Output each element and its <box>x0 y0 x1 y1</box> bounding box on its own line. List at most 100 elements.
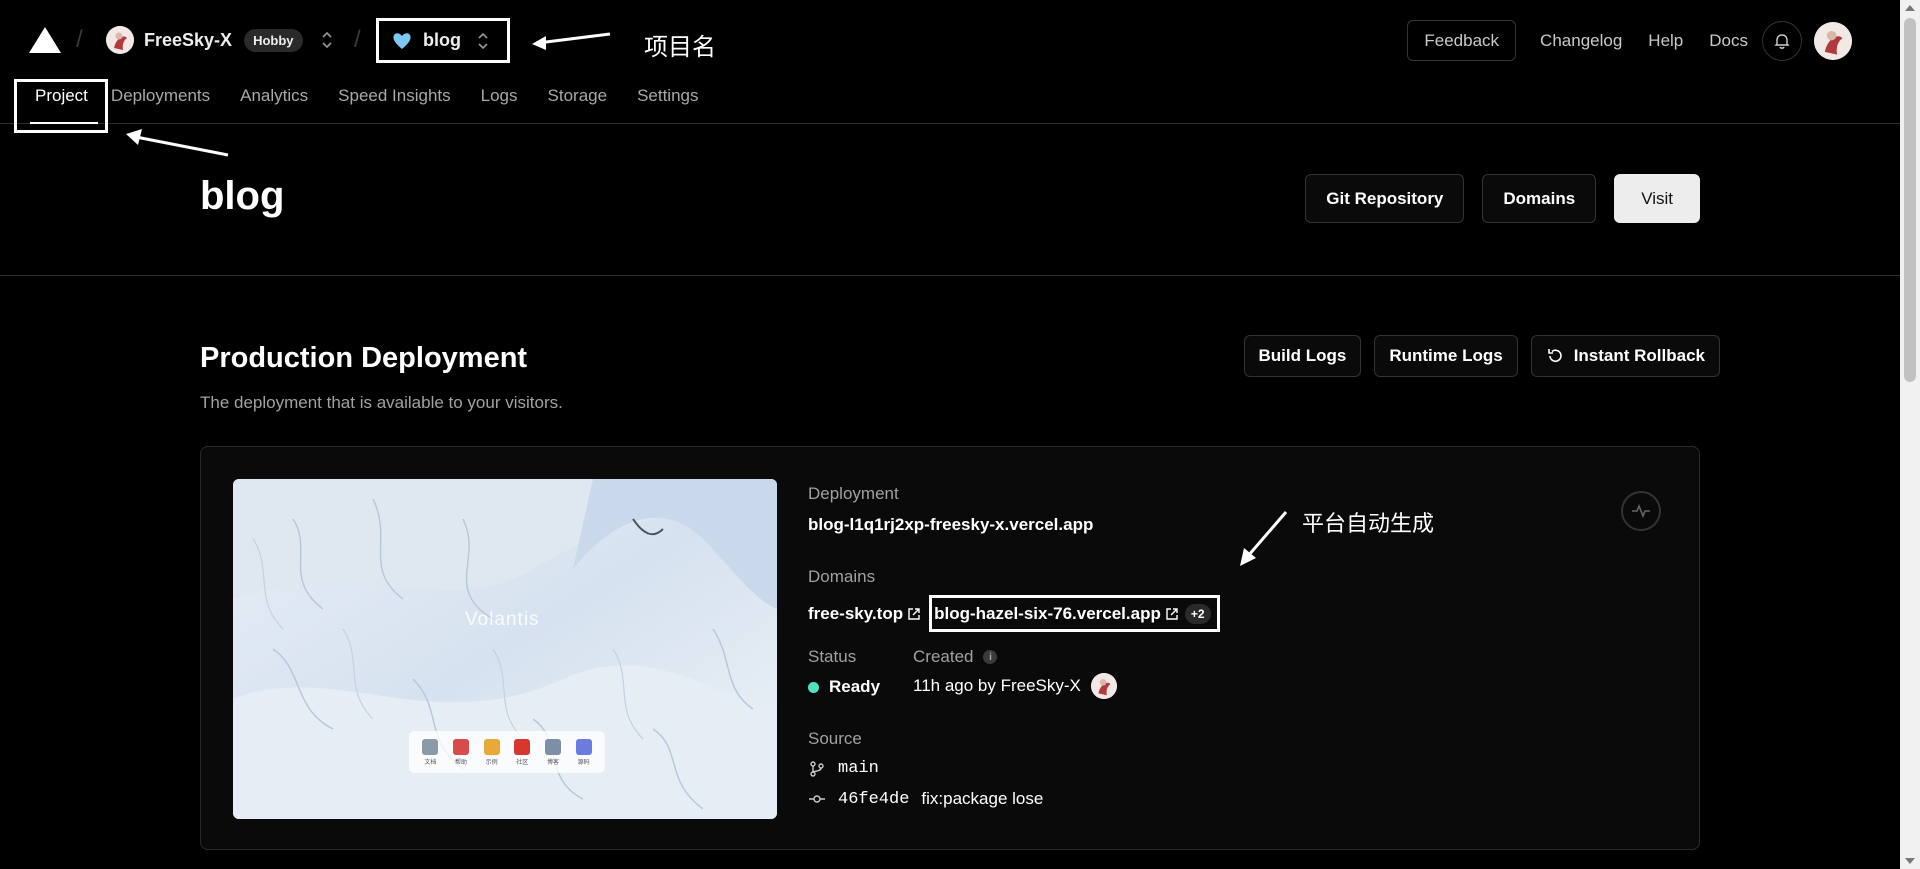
status-label: Status <box>808 647 857 666</box>
info-icon[interactable]: i <box>983 650 998 664</box>
dock-label: 社区 <box>516 758 529 766</box>
domain-primary-text: free-sky.top <box>808 603 904 623</box>
project-header: blog Git Repository Domains Visit <box>0 124 1900 276</box>
tab-storage[interactable]: Storage <box>533 80 623 120</box>
preview-dock: 文档 帮助 示例 社区 博客 源码 <box>409 731 605 773</box>
created-text: 11h ago by FreeSky-X <box>913 676 1081 695</box>
deployment-preview[interactable]: Volantis 文档 帮助 示例 社区 博客 源码 <box>233 479 777 819</box>
scroll-thumb[interactable] <box>1904 18 1916 382</box>
runtime-logs-button[interactable]: Runtime Logs <box>1374 335 1518 377</box>
plan-badge: Hobby <box>244 28 303 52</box>
bell-icon <box>1774 33 1790 49</box>
instant-rollback-button[interactable]: Instant Rollback <box>1530 335 1720 377</box>
community-icon <box>514 738 531 755</box>
chevron-updown-icon[interactable] <box>475 30 491 52</box>
created-label: Created <box>913 647 974 666</box>
page-title: blog <box>200 174 285 218</box>
tab-settings[interactable]: Settings <box>622 80 713 120</box>
project-heart-icon <box>393 32 411 49</box>
blog-icon <box>544 738 561 755</box>
dock-label: 示例 <box>485 758 498 766</box>
branch-name: main <box>838 759 879 778</box>
help-link[interactable]: Help <box>1648 31 1683 51</box>
medal-icon <box>483 738 500 755</box>
rollback-icon <box>1547 349 1562 362</box>
external-link-icon <box>908 607 920 620</box>
doc-icon <box>422 738 439 755</box>
commit-hash: 46fe4de <box>838 789 910 809</box>
project-switcher[interactable]: blog <box>376 18 510 63</box>
deployment-actions: Build Logs Runtime Logs Instant Rollback <box>1243 335 1720 377</box>
creator-avatar <box>1090 673 1117 699</box>
annotation-project-name: 项目名 <box>644 33 716 61</box>
section-subtitle: The deployment that is available to your… <box>200 393 563 412</box>
external-link-icon <box>1166 607 1178 620</box>
dock-item: 博客 <box>544 738 561 766</box>
tab-logs[interactable]: Logs <box>466 80 533 120</box>
top-bar: / FreeSky-X Hobby / blog 项目名 Feedback Ch… <box>0 0 1900 133</box>
dock-label: 帮助 <box>454 758 467 766</box>
domains-row: free-sky.top blog-hazel-six-76.vercel.ap… <box>808 595 1220 632</box>
project-actions: Git Repository Domains Visit <box>1305 174 1700 223</box>
team-name: FreeSky-X <box>144 29 233 50</box>
domain-link-primary[interactable]: free-sky.top <box>808 604 921 624</box>
instant-rollback-label: Instant Rollback <box>1573 346 1705 365</box>
git-commit-icon <box>809 795 825 803</box>
dock-label: 博客 <box>546 758 559 766</box>
domain-link-auto[interactable]: blog-hazel-six-76.vercel.app <box>934 604 1179 624</box>
annotation-arrow-icon <box>1240 511 1288 566</box>
created-label-group: Created i <box>913 647 998 667</box>
dock-item: 示例 <box>483 738 500 766</box>
domains-label: Domains <box>808 567 876 586</box>
feedback-button[interactable]: Feedback <box>1407 20 1517 61</box>
changelog-link[interactable]: Changelog <box>1540 31 1622 51</box>
scroll-up-icon[interactable] <box>1905 5 1915 11</box>
status-value: Ready <box>808 677 880 697</box>
user-avatar[interactable] <box>1814 21 1852 60</box>
dock-item: 社区 <box>514 738 531 766</box>
build-logs-button[interactable]: Build Logs <box>1243 335 1362 377</box>
activity-pulse-icon <box>1632 503 1650 519</box>
git-branch-icon <box>810 760 824 777</box>
activity-button[interactable] <box>1621 491 1661 531</box>
tab-deployments[interactable]: Deployments <box>103 80 225 120</box>
notifications-button[interactable] <box>1762 20 1802 61</box>
section-title: Production Deployment <box>200 342 528 374</box>
chevron-updown-icon[interactable] <box>319 29 335 51</box>
visit-button[interactable]: Visit <box>1614 174 1700 223</box>
annotation-box-auto-domain: blog-hazel-six-76.vercel.app +2 <box>929 595 1220 632</box>
source-icon <box>575 738 592 755</box>
breadcrumb-separator: / <box>76 26 83 53</box>
created-value: 11h ago by FreeSky-X <box>913 673 1117 699</box>
help-icon <box>452 738 469 755</box>
annotation-auto-generated: 平台自动生成 <box>1302 512 1435 537</box>
vercel-logo-icon[interactable] <box>28 26 62 54</box>
scroll-down-icon[interactable] <box>1905 858 1915 864</box>
status-text: Ready <box>829 677 881 696</box>
branch-row[interactable]: main <box>808 759 879 778</box>
deployment-label: Deployment <box>808 484 899 503</box>
dock-label: 文档 <box>424 758 437 766</box>
status-dot-icon <box>808 681 819 693</box>
more-domains-badge[interactable]: +2 <box>1184 603 1211 624</box>
dock-item: 文档 <box>422 738 439 766</box>
page-scrollbar[interactable] <box>1900 0 1920 869</box>
deployment-url[interactable]: blog-l1q1rj2xp-freesky-x.vercel.app <box>808 515 1093 535</box>
git-repository-button[interactable]: Git Repository <box>1305 174 1465 223</box>
dock-label: 源码 <box>577 758 590 766</box>
team-switcher[interactable]: FreeSky-X Hobby <box>106 25 335 55</box>
tab-analytics[interactable]: Analytics <box>225 80 323 120</box>
top-right-actions: Feedback Changelog Help Docs <box>1407 20 1852 61</box>
domains-button[interactable]: Domains <box>1482 174 1597 223</box>
domain-auto-text: blog-hazel-six-76.vercel.app <box>934 603 1161 623</box>
project-switch-name: blog <box>423 30 461 50</box>
docs-link[interactable]: Docs <box>1709 31 1748 51</box>
commit-row[interactable]: 46fe4de fix:package lose <box>808 789 1043 809</box>
deployment-card: Volantis 文档 帮助 示例 社区 博客 源码 Deployment bl… <box>200 446 1700 850</box>
dock-item: 帮助 <box>452 738 469 766</box>
tab-speed-insights[interactable]: Speed Insights <box>323 80 465 120</box>
source-label: Source <box>808 729 862 748</box>
team-avatar <box>106 26 134 54</box>
commit-message: fix:package lose <box>921 789 1044 808</box>
annotation-arrow-icon <box>532 32 611 50</box>
